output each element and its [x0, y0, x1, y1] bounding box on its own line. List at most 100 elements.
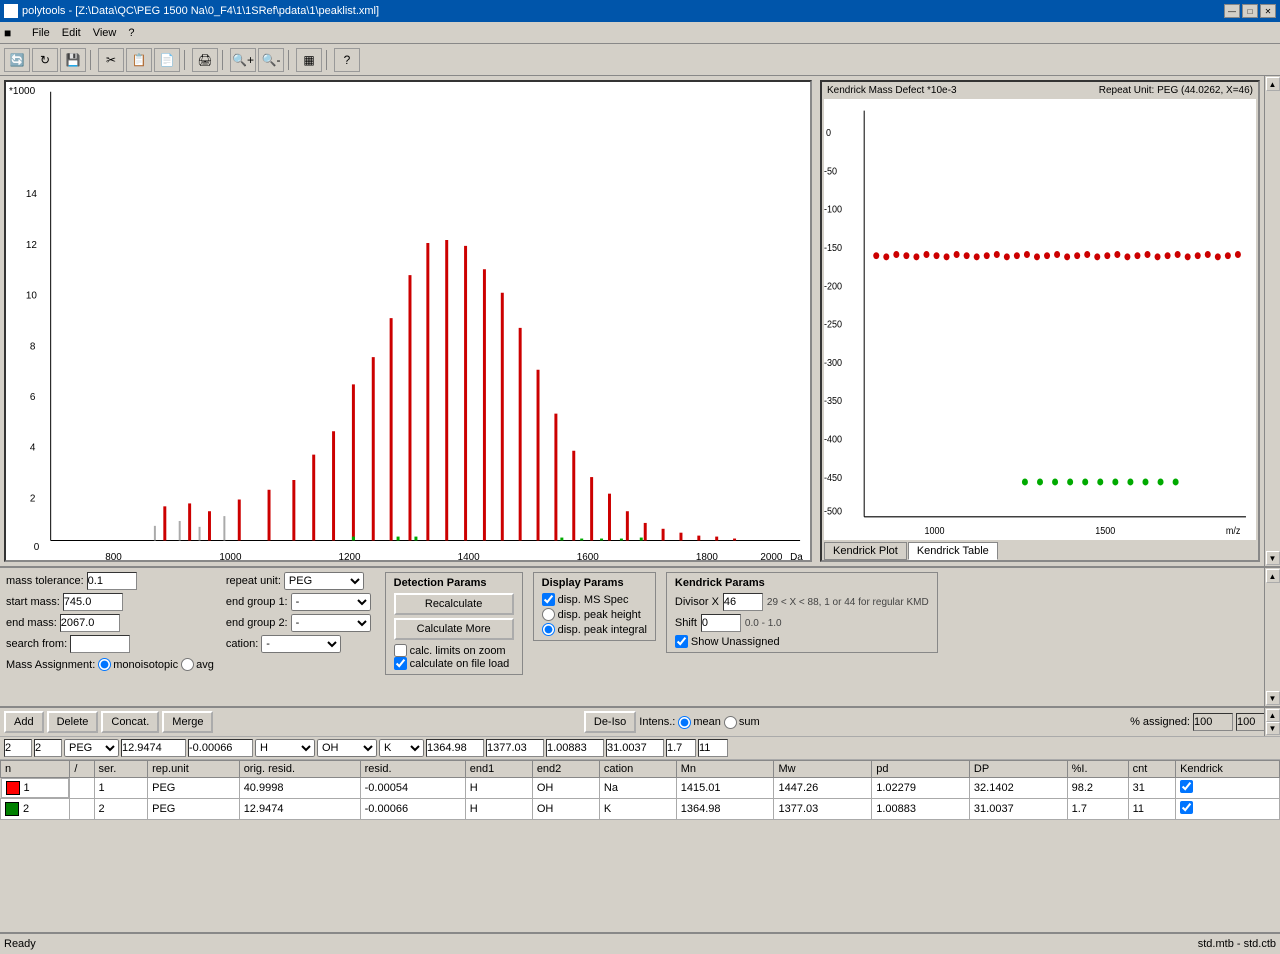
input-cation[interactable]: K [379, 739, 424, 757]
calculate-more-button[interactable]: Calculate More [394, 618, 514, 640]
repeat-unit-select[interactable]: PEG [284, 572, 364, 590]
tab-kendrick-plot[interactable]: Kendrick Plot [824, 542, 907, 560]
disp-peak-height-label: disp. peak height [558, 609, 641, 621]
svg-text:-150: -150 [824, 242, 843, 254]
add-button[interactable]: Add [4, 711, 44, 733]
scroll-up-button[interactable]: ▲ [1266, 77, 1280, 91]
zoom-in-button[interactable]: 🔍+ [230, 48, 256, 72]
end-group1-select[interactable]: - [291, 593, 371, 611]
kendrick-chart[interactable]: Kendrick Mass Defect *10e-3 Repeat Unit:… [820, 80, 1260, 562]
merge-button[interactable]: Merge [162, 711, 213, 733]
input-resid[interactable] [188, 739, 253, 757]
row2-ser: 2 [94, 799, 148, 820]
input-pct-i[interactable] [666, 739, 696, 757]
svg-text:12: 12 [26, 240, 37, 251]
de-iso-button[interactable]: De-Iso [584, 711, 636, 733]
monoisotopic-label: monoisotopic [113, 659, 178, 671]
table-scroll-up[interactable]: ▲ [1266, 709, 1280, 722]
app-icon: ■ [4, 4, 18, 18]
radio-sum[interactable] [724, 716, 737, 729]
input-end1[interactable]: H [255, 739, 315, 757]
status-bar: Ready std.mtb - std.ctb [0, 932, 1280, 954]
col-mw: Mw [774, 761, 872, 778]
disp-ms-spec-checkbox[interactable] [542, 593, 555, 606]
svg-text:1800: 1800 [696, 552, 719, 560]
shift-input[interactable] [701, 614, 741, 632]
close-button[interactable]: ✕ [1260, 4, 1276, 18]
row2-kendrick-check[interactable] [1180, 801, 1193, 814]
delete-button[interactable]: Delete [47, 711, 99, 733]
help-button[interactable]: ? [334, 48, 360, 72]
svg-text:-50: -50 [824, 166, 838, 178]
cation-label: cation: [226, 638, 258, 650]
divisor-x-input[interactable] [723, 593, 763, 611]
input-dp[interactable] [606, 739, 664, 757]
menu-file[interactable]: File [26, 25, 56, 41]
cation-select[interactable]: - [261, 635, 341, 653]
status-left: Ready [4, 938, 36, 950]
disp-peak-integral-radio[interactable] [542, 623, 555, 636]
input-ser[interactable] [34, 739, 62, 757]
table-scroll-down[interactable]: ▼ [1266, 722, 1280, 735]
input-rep-unit[interactable]: PEG [64, 739, 119, 757]
mass-tolerance-input[interactable] [87, 572, 137, 590]
radio-monoisotopic[interactable] [98, 658, 111, 671]
row1-pct-i: 98.2 [1067, 778, 1128, 799]
print-button[interactable]: 🖨 [192, 48, 218, 72]
search-from-input[interactable] [70, 635, 130, 653]
mean-label: mean [693, 716, 721, 728]
col-n: n [1, 761, 70, 778]
row2-resid: -0.00066 [360, 799, 465, 820]
params-scroll-up[interactable]: ▲ [1266, 569, 1280, 583]
row1-cation: Na [599, 778, 676, 799]
disp-peak-height-radio[interactable] [542, 608, 555, 621]
table-row: 1 1 PEG 40.9998 -0.00054 H OH Na 1415.01… [1, 778, 1280, 799]
svg-text:Da: Da [790, 552, 803, 560]
pct-assigned-1[interactable] [1193, 713, 1233, 731]
calc-limits-checkbox[interactable] [394, 644, 407, 657]
calc-on-load-checkbox[interactable] [394, 657, 407, 670]
pct-assigned-label: % assigned: [1130, 716, 1190, 728]
maximize-button[interactable]: □ [1242, 4, 1258, 18]
input-mw[interactable] [486, 739, 544, 757]
svg-text:14: 14 [26, 189, 38, 200]
row1-resid: -0.00054 [360, 778, 465, 799]
col-pd: pd [872, 761, 970, 778]
input-orig-resid[interactable] [121, 739, 186, 757]
show-unassigned-checkbox[interactable] [675, 635, 688, 648]
menu-edit[interactable]: Edit [56, 25, 87, 41]
recalculate-button[interactable]: Recalculate [394, 593, 514, 615]
row1-kendrick-check[interactable] [1180, 780, 1193, 793]
copy-button[interactable]: 📋 [126, 48, 152, 72]
menu-bar: ■ File Edit View ? [0, 22, 1280, 44]
save-button[interactable]: 💾 [60, 48, 86, 72]
zoom-out-button[interactable]: 🔍- [258, 48, 284, 72]
end-group2-select[interactable]: - [291, 614, 371, 632]
scroll-down-button[interactable]: ▼ [1266, 551, 1280, 565]
end-mass-input[interactable] [60, 614, 120, 632]
minimize-button[interactable]: — [1224, 4, 1240, 18]
svg-text:1000: 1000 [924, 526, 945, 538]
radio-avg[interactable] [181, 658, 194, 671]
input-n[interactable] [4, 739, 32, 757]
concat-button[interactable]: Concat. [101, 711, 159, 733]
new-button[interactable]: 🔄 [4, 48, 30, 72]
mass-spec-chart[interactable]: *1000 0 2 4 6 8 10 12 14 800 1000 1200 1… [4, 80, 812, 562]
grid-button[interactable]: ▦ [296, 48, 322, 72]
input-end2[interactable]: OH [317, 739, 377, 757]
input-pd[interactable] [546, 739, 604, 757]
tab-kendrick-table[interactable]: Kendrick Table [908, 542, 998, 560]
cut-button[interactable]: ✂ [98, 48, 124, 72]
radio-mean[interactable] [678, 716, 691, 729]
input-mn[interactable] [426, 739, 484, 757]
start-mass-input[interactable] [63, 593, 123, 611]
menu-help[interactable]: ? [122, 25, 140, 41]
kendrick-params-title: Kendrick Params [675, 577, 929, 589]
menu-view[interactable]: View [87, 25, 123, 41]
row2-pct-i: 1.7 [1067, 799, 1128, 820]
params-scroll-down[interactable]: ▼ [1266, 691, 1280, 705]
input-cnt[interactable] [698, 739, 728, 757]
paste-button[interactable]: 📄 [154, 48, 180, 72]
refresh-button[interactable]: ↻ [32, 48, 58, 72]
col-end2: end2 [532, 761, 599, 778]
